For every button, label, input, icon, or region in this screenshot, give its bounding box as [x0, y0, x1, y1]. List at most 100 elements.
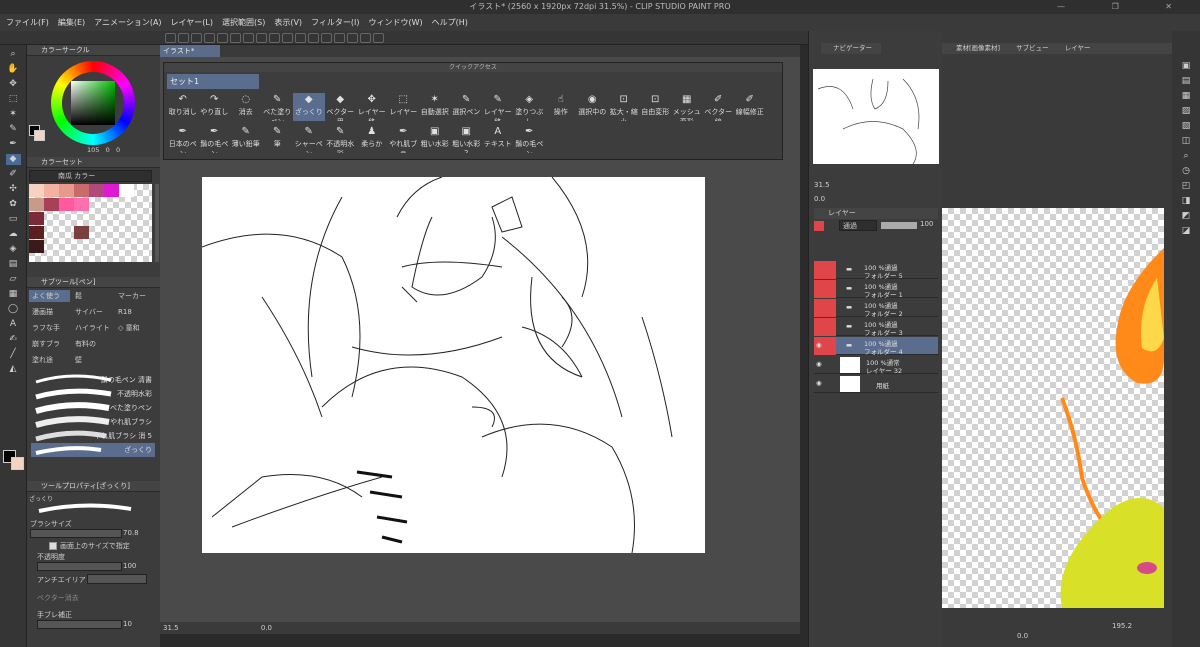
- clear-button[interactable]: [243, 33, 254, 43]
- 3d-object-icon[interactable]: ◰: [1179, 181, 1194, 192]
- quick-access-item[interactable]: ✎ 不透明水彩: [325, 125, 357, 153]
- blend-tool-icon[interactable]: ☁: [6, 229, 21, 240]
- quick-access-item[interactable]: ⊡ 拡大・縮小: [608, 93, 640, 121]
- subtool-group-8[interactable]: ハイライト: [72, 322, 113, 334]
- color-set-select[interactable]: 南瓜 カラー: [29, 170, 152, 182]
- layer-row[interactable]: ◉ 用紙: [814, 375, 938, 393]
- material-tab[interactable]: 素材[画像素材]: [956, 44, 1000, 52]
- move-tool-icon[interactable]: ✥: [6, 79, 21, 90]
- menu-filter[interactable]: フィルター(I): [311, 17, 359, 28]
- layer-tab[interactable]: レイヤー: [1065, 44, 1091, 52]
- line-tool-icon[interactable]: ╱: [6, 349, 21, 360]
- decoration-tool-icon[interactable]: ✿: [6, 199, 21, 210]
- deselect-button[interactable]: [282, 33, 293, 43]
- canvas-zoom-value[interactable]: 31.5: [163, 624, 179, 632]
- color-wheel-sub-swatch[interactable]: [34, 130, 45, 141]
- hue-ring[interactable]: [51, 61, 135, 145]
- eye-icon[interactable]: ◉: [816, 341, 822, 349]
- layer-opacity-slider[interactable]: [881, 222, 917, 229]
- color-set-scrollbar[interactable]: [155, 184, 159, 262]
- opacity-slider[interactable]: [37, 562, 122, 571]
- quick-access-item[interactable]: ✶ 自動選択: [419, 93, 451, 121]
- sub-view-tab[interactable]: サブビュー: [1016, 44, 1049, 52]
- figure-tool-icon[interactable]: ▱: [6, 274, 21, 285]
- history-icon[interactable]: ◷: [1179, 166, 1194, 177]
- window-controls[interactable]: — ❐ ✕: [1057, 0, 1194, 14]
- subtool-group-2[interactable]: 鬆: [72, 290, 113, 302]
- stabilize-slider[interactable]: [37, 620, 122, 629]
- magic-wand-tool-icon[interactable]: ✶: [6, 109, 21, 120]
- layer-row[interactable]: ▬ 100 %通過 フォルダー 2: [814, 299, 938, 318]
- subtool-group-7[interactable]: ラフな手: [29, 322, 70, 334]
- pencil-tool-icon[interactable]: ◆: [5, 154, 21, 165]
- save-button[interactable]: [204, 33, 215, 43]
- subtool-group-5[interactable]: サイバー: [72, 306, 113, 318]
- subtool-group-9[interactable]: ◇ 童和: [115, 322, 156, 334]
- sub-view-zoom[interactable]: 195.2: [1112, 622, 1132, 630]
- undo-button[interactable]: [217, 33, 228, 43]
- subtool-group-3[interactable]: マーカー: [115, 290, 156, 302]
- quick-access-item[interactable]: ✎ 薄い鉛筆: [230, 125, 262, 153]
- sub-color-swatch[interactable]: [11, 457, 24, 470]
- subtool-group-6[interactable]: R18: [115, 306, 156, 318]
- hand-tool-icon[interactable]: ✋: [6, 64, 21, 75]
- eraser-tool-icon[interactable]: ▭: [6, 214, 21, 225]
- color-set-grid[interactable]: [29, 184, 152, 262]
- zoom-tool-icon[interactable]: ⌕: [6, 49, 21, 60]
- correct-line-tool-icon[interactable]: ✍: [6, 334, 21, 345]
- gradient-tool-icon[interactable]: ▤: [6, 259, 21, 270]
- blend-mode-select[interactable]: 通過: [839, 220, 877, 231]
- quick-access-item[interactable]: ✒ 鬚の毛ペン: [514, 125, 546, 153]
- quick-access-item[interactable]: ↷ やり直し: [199, 93, 231, 121]
- fill-tool-icon[interactable]: ◈: [6, 244, 21, 255]
- quick-access-item[interactable]: ◈ 塗りつぶし: [514, 93, 546, 121]
- menu-help[interactable]: ヘルプ(H): [432, 17, 468, 28]
- canvas-angle-value[interactable]: 0.0: [261, 624, 272, 632]
- menu-file[interactable]: ファイル(F): [6, 17, 49, 28]
- brush-tool-icon[interactable]: ✐: [6, 169, 21, 180]
- quick-access-item[interactable]: ♟ 柔らか: [356, 125, 388, 153]
- property-panel-icon[interactable]: ▤: [1179, 76, 1194, 87]
- home-button[interactable]: [165, 33, 176, 43]
- fill-button[interactable]: [269, 33, 280, 43]
- invert-selection-button[interactable]: [295, 33, 306, 43]
- menu-animation[interactable]: アニメーション(A): [94, 17, 161, 28]
- quick-access-item[interactable]: ☝ 操作: [545, 93, 577, 121]
- snap-ruler-button[interactable]: [334, 33, 345, 43]
- subtool-group-13[interactable]: 壁: [72, 354, 113, 366]
- navigator-zoom[interactable]: 31.5: [814, 181, 830, 189]
- open-button[interactable]: [191, 33, 202, 43]
- saturation-square[interactable]: [71, 81, 115, 125]
- quick-access-item[interactable]: ✎ べた塗りペン: [262, 93, 294, 121]
- new-button[interactable]: [178, 33, 189, 43]
- quick-access-item[interactable]: ▦ メッシュ変形: [671, 93, 703, 121]
- eye-icon[interactable]: ◉: [816, 360, 822, 368]
- layer-row[interactable]: ◉ 100 %通常 レイヤー 32: [814, 356, 938, 375]
- document-tab[interactable]: イラスト*: [160, 45, 220, 57]
- quick-access-item[interactable]: ✎ 選択ペン: [451, 93, 483, 121]
- crop-button[interactable]: [308, 33, 319, 43]
- navigator-tab[interactable]: ナビゲーター: [821, 43, 881, 54]
- quick-access-item[interactable]: ✒ 日本のペン: [167, 125, 199, 153]
- search-layer-icon[interactable]: ◩: [1179, 211, 1194, 222]
- antialias-selector[interactable]: [87, 574, 147, 584]
- color-history-icon[interactable]: ▧: [1179, 121, 1194, 132]
- layer-row[interactable]: ▬ 100 %通過 フォルダー 3: [814, 318, 938, 337]
- balloon-tool-icon[interactable]: ◯: [6, 304, 21, 315]
- select-tool-icon[interactable]: ⬚: [6, 94, 21, 105]
- text-tool-icon[interactable]: A: [6, 319, 21, 330]
- quick-access-item[interactable]: ▣ 粗い水彩: [419, 125, 451, 153]
- help-button[interactable]: [373, 33, 384, 43]
- subtool-group-10[interactable]: 崩すブラ: [29, 338, 70, 350]
- transform-button[interactable]: [256, 33, 267, 43]
- eye-icon[interactable]: ◉: [816, 379, 822, 387]
- subtool-group-4[interactable]: 漫画描: [29, 306, 70, 318]
- screen-size-checkbox[interactable]: [49, 542, 57, 550]
- subtool-group-12[interactable]: 塗れ途: [29, 354, 70, 366]
- layer-row[interactable]: ▬ 100 %通過 フォルダー 1: [814, 280, 938, 299]
- quick-access-item[interactable]: ✎ レイヤー移: [482, 93, 514, 121]
- quick-access-item[interactable]: ◉ 選択中の: [577, 93, 609, 121]
- snap-special-button[interactable]: [347, 33, 358, 43]
- item-bank-icon[interactable]: ◪: [1179, 226, 1194, 237]
- quick-access-item[interactable]: ✒ やれ肌ブラ: [388, 125, 420, 153]
